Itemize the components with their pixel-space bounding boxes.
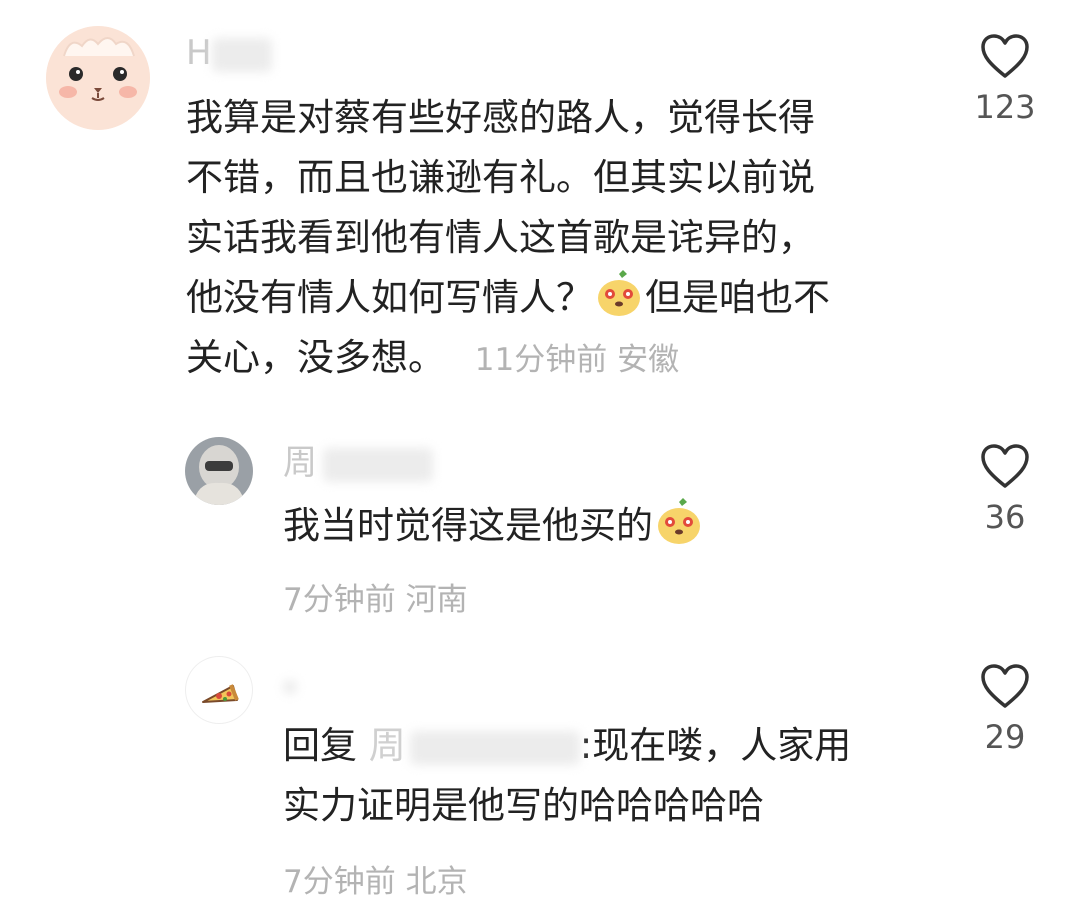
- comment-time: 11分钟前: [474, 342, 608, 378]
- comment-meta: 11分钟前 安徽: [475, 342, 679, 378]
- bunny-bear-avatar-icon[interactable]: [46, 26, 150, 130]
- like-button[interactable]: 123: [955, 34, 1055, 126]
- comment-line: 他没有情人如何写情人？ 但是咱也不: [186, 268, 926, 328]
- like-count: 29: [984, 718, 1026, 756]
- comment-text-segment: :现在喽，人家用: [579, 724, 852, 767]
- like-count: 36: [984, 498, 1026, 536]
- reply-username[interactable]: [283, 668, 297, 702]
- person-avatar-icon[interactable]: [185, 437, 253, 505]
- reply-prefix: 回复: [283, 724, 357, 767]
- heart-outline-icon[interactable]: [980, 34, 1030, 80]
- blurred-username: [323, 447, 433, 482]
- comment-line: 不错，而且也谦逊有礼。但其实以前说: [186, 156, 815, 199]
- reply-text: 回复 周 :现在喽，人家用 实力证明是他写的哈哈哈哈哈: [283, 716, 923, 836]
- username-text[interactable]: 周: [283, 443, 317, 483]
- comment-line: 回复 周 :现在喽，人家用: [283, 716, 923, 776]
- heart-outline-icon[interactable]: [980, 444, 1030, 490]
- comment-text: 我算是对蔡有些好感的路人，觉得长得 不错，而且也谦逊有礼。但其实以前说 实话我看…: [186, 88, 926, 390]
- mango-face-emoji-icon: [655, 498, 703, 546]
- comment-line: 我算是对蔡有些好感的路人，觉得长得: [186, 96, 815, 139]
- blurred-username: [409, 730, 580, 765]
- reply-meta: 7分钟前 北京: [283, 856, 468, 901]
- reply-text: 我当时觉得这是他买的: [283, 496, 923, 556]
- reply-meta: 7分钟前 河南: [283, 574, 468, 619]
- comment-text-segment: 关心，没多想。: [186, 336, 445, 379]
- like-button[interactable]: 29: [955, 664, 1055, 756]
- like-count: 123: [974, 88, 1036, 126]
- comment-location: 北京: [405, 864, 468, 900]
- reply-username[interactable]: 周: [283, 446, 433, 482]
- comment-line: 关心，没多想。 11分钟前 安徽: [186, 328, 926, 390]
- comment-text-segment: 他没有情人如何写情人？: [186, 276, 593, 319]
- mango-face-emoji-icon: [595, 270, 643, 318]
- blurred-username: [211, 37, 272, 72]
- comment-location: 安徽: [617, 342, 680, 378]
- comment-location: 河南: [405, 582, 468, 618]
- comment-line: 实话我看到他有情人这首歌是诧异的，: [186, 216, 815, 259]
- heart-outline-icon[interactable]: [980, 664, 1030, 710]
- blurred-username: [283, 679, 297, 694]
- comment-text-segment: 但是咱也不: [645, 276, 830, 319]
- comment-time: 7分钟前: [283, 864, 396, 900]
- username-text[interactable]: H: [186, 33, 212, 73]
- comment-time: 7分钟前: [283, 582, 396, 618]
- comment-line: 实力证明是他写的哈哈哈哈哈: [283, 784, 764, 827]
- comment-username[interactable]: H: [186, 36, 272, 72]
- reply-to-username[interactable]: 周: [369, 724, 580, 767]
- like-button[interactable]: 36: [955, 444, 1055, 536]
- reply-to-text[interactable]: 周: [369, 724, 406, 767]
- comment-text-segment: 我当时觉得这是他买的: [283, 504, 653, 547]
- pizza-avatar-icon[interactable]: [185, 656, 253, 724]
